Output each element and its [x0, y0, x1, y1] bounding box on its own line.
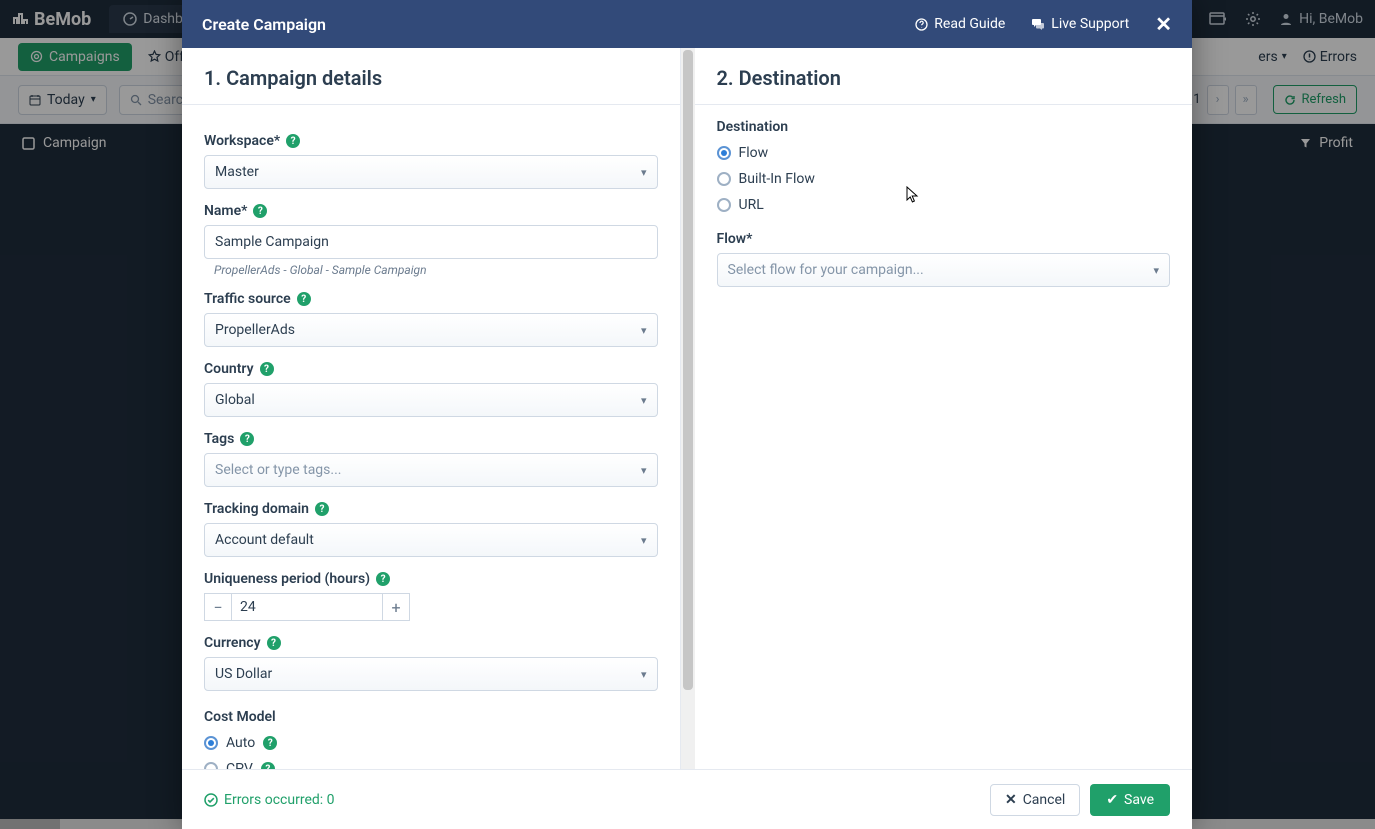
radio-icon [717, 146, 731, 160]
errors-text: Errors occurred: 0 [224, 792, 335, 808]
name-input[interactable]: Sample Campaign [204, 225, 658, 259]
section1-title: 1. Campaign details [182, 48, 680, 105]
name-hint: PropellerAds - Global - Sample Campaign [214, 263, 658, 277]
cancel-button[interactable]: ✕Cancel [990, 784, 1080, 816]
help-icon[interactable]: ? [260, 362, 274, 376]
currency-select[interactable]: US Dollar▾ [204, 657, 658, 691]
cost-auto-radio[interactable]: Auto? [204, 735, 658, 751]
help-icon[interactable]: ? [286, 134, 300, 148]
help-icon[interactable]: ? [267, 636, 281, 650]
dest-url-radio[interactable]: URL [717, 197, 1171, 213]
help-icon[interactable]: ? [315, 502, 329, 516]
radio-icon [204, 736, 218, 750]
modal-footer: Errors occurred: 0 ✕Cancel ✔Save [182, 769, 1192, 829]
create-campaign-modal: Create Campaign Read Guide Live Support … [182, 0, 1192, 829]
currency-label: Currency? [204, 635, 658, 651]
country-select[interactable]: Global▾ [204, 383, 658, 417]
help-icon[interactable]: ? [253, 204, 267, 218]
help-icon[interactable]: ? [263, 736, 277, 750]
flow-select[interactable]: Select flow for your campaign...▾ [717, 253, 1171, 287]
tracking-label: Tracking domain? [204, 501, 658, 517]
cost-cpv-radio[interactable]: CPV? [204, 761, 658, 769]
workspace-label: Workspace*? [204, 133, 658, 149]
stepper-minus[interactable]: − [204, 593, 232, 621]
help-icon[interactable]: ? [376, 572, 390, 586]
cancel-label: Cancel [1023, 792, 1066, 808]
help-icon[interactable]: ? [240, 432, 254, 446]
uniqueness-stepper: − 24 + [204, 593, 658, 621]
tags-label: Tags? [204, 431, 658, 447]
uniqueness-value[interactable]: 24 [232, 593, 382, 621]
destination-panel: 2. Destination Destination Flow Built-In… [695, 48, 1193, 769]
traffic-select[interactable]: PropellerAds▾ [204, 313, 658, 347]
modal-title: Create Campaign [202, 15, 326, 34]
radio-icon [717, 198, 731, 212]
traffic-label: Traffic source? [204, 291, 658, 307]
save-label: Save [1124, 792, 1154, 808]
section2-title: 2. Destination [695, 48, 1193, 105]
live-support-link[interactable]: Live Support [1031, 16, 1129, 32]
name-label: Name*? [204, 203, 658, 219]
radio-icon [204, 762, 218, 769]
read-guide-link[interactable]: Read Guide [915, 16, 1005, 32]
costmodel-label: Cost Model [204, 709, 658, 725]
help-icon[interactable]: ? [297, 292, 311, 306]
help-icon [915, 18, 928, 31]
chat-icon [1031, 18, 1045, 31]
campaign-details-panel: 1. Campaign details Workspace*? Master▾ … [182, 48, 681, 769]
close-icon[interactable]: ✕ [1155, 12, 1172, 36]
modal-header: Create Campaign Read Guide Live Support … [182, 0, 1192, 48]
radio-icon [717, 172, 731, 186]
tracking-select[interactable]: Account default▾ [204, 523, 658, 557]
workspace-select[interactable]: Master▾ [204, 155, 658, 189]
dest-builtin-radio[interactable]: Built-In Flow [717, 171, 1171, 187]
save-button[interactable]: ✔Save [1090, 784, 1170, 816]
tags-select[interactable]: Select or type tags...▾ [204, 453, 658, 487]
flow-label: Flow* [717, 231, 1171, 247]
stepper-plus[interactable]: + [382, 593, 410, 621]
left-scrollbar[interactable] [681, 48, 695, 769]
uniqueness-label: Uniqueness period (hours)? [204, 571, 658, 587]
help-icon[interactable]: ? [261, 762, 275, 769]
live-support-label: Live Support [1051, 16, 1129, 32]
errors-status: Errors occurred: 0 [204, 792, 335, 808]
read-guide-label: Read Guide [934, 16, 1005, 32]
destination-heading: Destination [717, 119, 1171, 135]
check-circle-icon [204, 793, 218, 807]
dest-flow-radio[interactable]: Flow [717, 145, 1171, 161]
country-label: Country? [204, 361, 658, 377]
